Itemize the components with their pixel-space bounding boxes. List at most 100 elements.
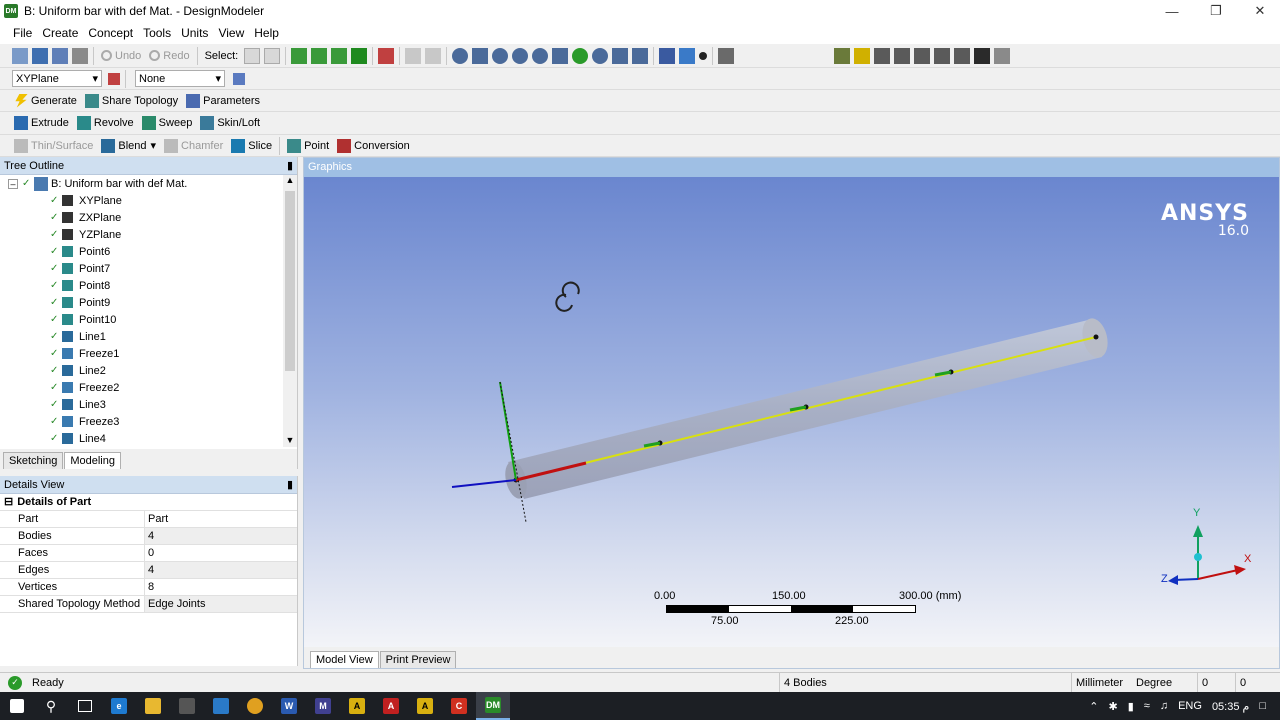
blend-button[interactable]: Blend ▾: [97, 136, 160, 156]
word-icon[interactable]: W: [272, 692, 306, 720]
chamfer-button[interactable]: Chamfer: [160, 136, 227, 156]
cross-section-icon[interactable]: [914, 47, 931, 64]
details-value[interactable]: Part: [145, 511, 297, 527]
screenshot-icon[interactable]: [72, 47, 88, 64]
magnifier-icon[interactable]: [612, 47, 629, 64]
tree-view[interactable]: – ✓ B: Uniform bar with def Mat. ✓ XYPlan…: [0, 175, 297, 447]
zoom-in-icon[interactable]: [512, 47, 529, 64]
pan-icon[interactable]: [472, 47, 489, 64]
plane-select[interactable]: XYPlane ▾: [12, 70, 102, 87]
details-value[interactable]: Edge Joints: [145, 596, 297, 612]
new-plane-icon[interactable]: [108, 72, 120, 85]
details-row[interactable]: Part Part: [0, 511, 297, 528]
display-points-icon[interactable]: [699, 51, 708, 60]
rotate-icon[interactable]: [452, 47, 469, 64]
tab-model-view[interactable]: Model View: [310, 651, 379, 668]
red-app-icon[interactable]: C: [442, 692, 476, 720]
battery-icon[interactable]: ▮: [1128, 700, 1134, 713]
new-sketch-icon[interactable]: [233, 72, 245, 85]
file-explorer-icon[interactable]: [136, 692, 170, 720]
windows-start-icon[interactable]: [0, 692, 34, 720]
display-model-icon[interactable]: [679, 47, 696, 64]
conversion-button[interactable]: Conversion: [333, 136, 414, 156]
tree-item[interactable]: ✓ Freeze3: [0, 413, 297, 430]
details-row[interactable]: Bodies 4: [0, 528, 297, 545]
zoom-fit-icon[interactable]: [572, 47, 589, 64]
store-icon[interactable]: [170, 692, 204, 720]
tab-modeling[interactable]: Modeling: [64, 452, 121, 469]
menu-help[interactable]: Help: [249, 22, 284, 44]
restore-button[interactable]: ❐: [1194, 0, 1238, 22]
zoom-icon[interactable]: [492, 47, 509, 64]
slice-button[interactable]: Slice: [227, 136, 276, 156]
tree-item[interactable]: ✓ Point6: [0, 243, 297, 260]
scroll-up-icon[interactable]: ▲: [283, 175, 297, 185]
redo-button[interactable]: Redo: [145, 46, 193, 66]
details-row[interactable]: Shared Topology Method Edge Joints: [0, 596, 297, 613]
volume-icon[interactable]: ♫: [1160, 700, 1168, 712]
edge-coloring-icon[interactable]: [854, 47, 871, 64]
edge-direction-icon[interactable]: [874, 47, 891, 64]
thin-surface-button[interactable]: Thin/Surface: [10, 136, 97, 156]
details-row[interactable]: Vertices 8: [0, 579, 297, 596]
zoom-out-icon[interactable]: [552, 47, 569, 64]
details-value[interactable]: 8: [145, 579, 297, 595]
edge-joints-icon[interactable]: [894, 47, 911, 64]
cross-section-offset-icon[interactable]: [954, 47, 971, 64]
select-face-icon[interactable]: [331, 47, 348, 64]
tree-item[interactable]: ✓ Line1: [0, 328, 297, 345]
box-select-icon[interactable]: [405, 47, 422, 64]
revolve-button[interactable]: Revolve: [73, 113, 138, 133]
tree-item[interactable]: ✓ Freeze1: [0, 345, 297, 362]
misc-tool-icon[interactable]: [994, 47, 1011, 64]
tree-item[interactable]: ✓ Line3: [0, 396, 297, 413]
selection-filter-icon[interactable]: [264, 47, 281, 64]
details-row[interactable]: Edges 4: [0, 562, 297, 579]
tree-item[interactable]: ✓ Point7: [0, 260, 297, 277]
select-edge-icon[interactable]: [311, 47, 328, 64]
menu-tools[interactable]: Tools: [138, 22, 176, 44]
pin-icon[interactable]: [974, 47, 991, 64]
pin-icon[interactable]: ▮: [287, 159, 293, 172]
designmodeler-taskbar-icon[interactable]: DM: [476, 692, 510, 720]
details-value[interactable]: 0: [145, 545, 297, 561]
previous-view-icon[interactable]: [632, 47, 649, 64]
tab-print-preview[interactable]: Print Preview: [379, 651, 457, 668]
details-value[interactable]: 4: [145, 528, 297, 544]
ansys-workbench-icon[interactable]: A: [340, 692, 374, 720]
menu-units[interactable]: Units: [176, 22, 213, 44]
chrome-icon[interactable]: [238, 692, 272, 720]
menu-concept[interactable]: Concept: [83, 22, 138, 44]
generate-button[interactable]: Generate: [10, 91, 81, 111]
close-button[interactable]: ✕: [1238, 0, 1280, 22]
select-body-icon[interactable]: [351, 47, 368, 64]
display-edges-icon[interactable]: [834, 47, 851, 64]
notifications-icon[interactable]: □: [1259, 700, 1266, 712]
edge-browser-icon[interactable]: e: [102, 692, 136, 720]
tree-scrollbar[interactable]: ▲ ▼: [283, 175, 297, 447]
tree-item[interactable]: ✓ Point10: [0, 311, 297, 328]
menu-file[interactable]: File: [8, 22, 37, 44]
acrobat-icon[interactable]: A: [374, 692, 408, 720]
remote-desktop-icon[interactable]: [204, 692, 238, 720]
menu-create[interactable]: Create: [37, 22, 83, 44]
ansys-launcher-icon[interactable]: A: [408, 692, 442, 720]
clock[interactable]: 05:35 م: [1212, 700, 1249, 713]
tree-item[interactable]: ✓ ZXPlane: [0, 209, 297, 226]
tree-root[interactable]: – ✓ B: Uniform bar with def Mat.: [0, 175, 297, 192]
box-select-2-icon[interactable]: [425, 47, 442, 64]
scroll-thumb[interactable]: [285, 191, 295, 371]
look-at-icon[interactable]: [718, 47, 735, 64]
tree-item[interactable]: ✓ Point9: [0, 294, 297, 311]
share-topology-button[interactable]: Share Topology: [81, 91, 182, 111]
collapse-icon[interactable]: –: [8, 178, 18, 189]
select-mode-icon[interactable]: [244, 47, 261, 64]
save-as-icon[interactable]: [52, 47, 68, 64]
tree-item[interactable]: ✓ Line4: [0, 430, 297, 447]
search-icon[interactable]: ⚲: [34, 692, 68, 720]
zoom-to-fit-icon[interactable]: [592, 47, 609, 64]
point-button[interactable]: Point: [283, 136, 333, 156]
bluetooth-icon[interactable]: ✱: [1109, 700, 1118, 713]
cross-section-align-icon[interactable]: [934, 47, 951, 64]
new-icon[interactable]: [12, 47, 28, 64]
